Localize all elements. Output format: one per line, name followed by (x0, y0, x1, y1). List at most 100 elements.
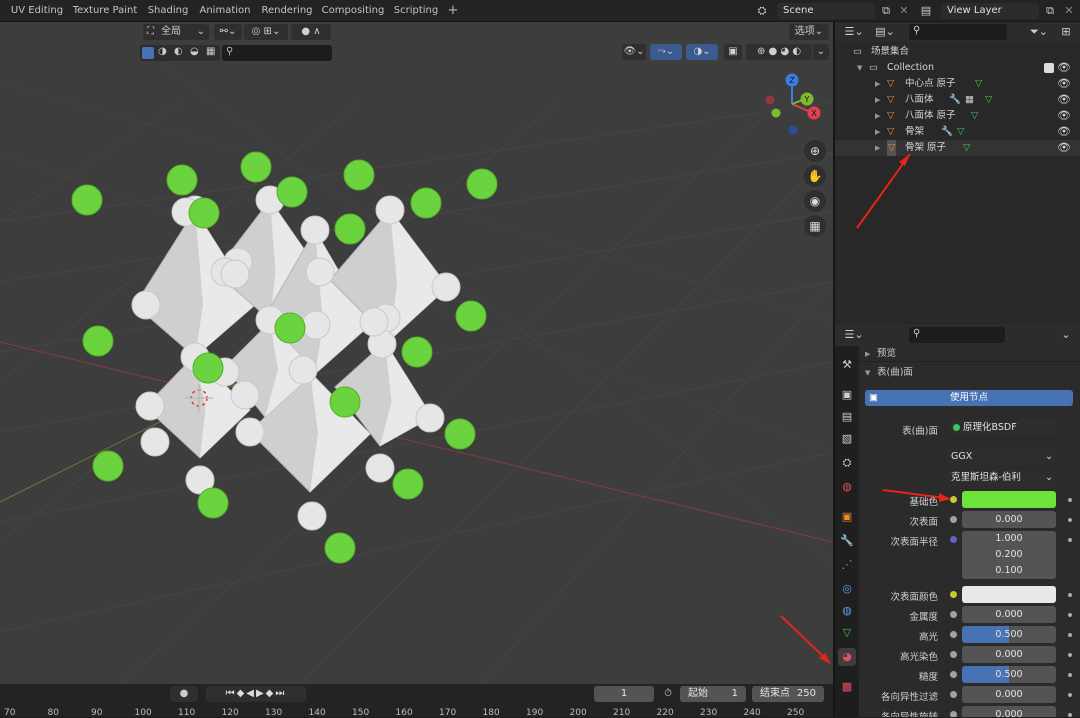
camera-icon[interactable]: ◉ (804, 190, 826, 212)
output-tab-icon[interactable]: ▤ (838, 408, 856, 426)
number-field[interactable]: 0.500 (962, 626, 1056, 643)
tab-animation[interactable]: Animation (196, 0, 254, 22)
outliner-search-input[interactable]: ⚲ (909, 24, 1007, 40)
texture-tab-icon[interactable]: ▩ (838, 678, 856, 696)
scene-icon[interactable]: ⛭ (753, 3, 771, 19)
keyframe-dot-icon[interactable] (1068, 653, 1072, 657)
keyframe-dot-icon[interactable] (1068, 613, 1072, 617)
copy-icon[interactable]: ⧉ (877, 3, 895, 19)
3d-viewport[interactable]: ⛶ 全局 ⌄ ⚯⌄ ◎ ⊞⌄ ● ∧ ◑ ◐ ◒ ▦ ⚲ 👁⌄ ⤳⌄ ◑⌄ ▣ … (0, 22, 833, 684)
socket-dot-icon[interactable] (950, 591, 957, 598)
material-tab-icon[interactable]: ◕ (838, 648, 856, 666)
expand-icon[interactable]: ▶ (875, 76, 880, 92)
eye-icon[interactable]: 👁 (1057, 76, 1071, 92)
pan-hand-icon[interactable]: ✋ (804, 165, 826, 187)
surface-shader-field[interactable]: 原理化BSDF (949, 419, 1056, 436)
editor-type-icon[interactable]: ☰⌄ (841, 24, 867, 40)
expand-icon[interactable]: ▶ (875, 92, 880, 108)
keyframe-dot-icon[interactable] (1068, 518, 1072, 522)
vector-component-field[interactable]: 1.000 (962, 531, 1056, 547)
render-tab-icon[interactable]: ▣ (838, 386, 856, 404)
use-nodes-button[interactable]: ▣ 使用节点 (865, 390, 1073, 406)
tab-compositing[interactable]: Compositing (320, 0, 386, 22)
socket-dot-icon[interactable] (950, 671, 957, 678)
keyframe-dot-icon[interactable] (1068, 538, 1072, 542)
zoom-icon[interactable]: ⊕ (804, 140, 826, 162)
socket-dot-icon[interactable] (950, 651, 957, 658)
xray-toggle[interactable]: ▣ (724, 44, 742, 60)
options-dropdown[interactable]: 选项⌄ (789, 24, 829, 40)
chevron-down-icon[interactable]: ⌄ (1057, 327, 1075, 343)
color-swatch[interactable] (962, 491, 1056, 508)
start-frame-field[interactable]: 起始 1 (680, 686, 746, 702)
scene-canvas[interactable] (0, 22, 833, 684)
number-field[interactable]: 0.000 (962, 646, 1056, 663)
collection-row[interactable]: ▼ ▭ Collection 👁 (835, 60, 1080, 76)
display-mode-icon[interactable]: ▤⌄ (873, 24, 897, 40)
number-field[interactable]: 0.000 (962, 706, 1056, 717)
keyframe-dot-icon[interactable] (1068, 633, 1072, 637)
gizmo-toggle[interactable]: ⤳⌄ (650, 44, 682, 60)
orientation-dropdown[interactable]: ⛶ 全局 ⌄ (143, 24, 209, 40)
scene-field[interactable]: Scene (777, 3, 875, 19)
socket-dot-icon[interactable] (950, 691, 957, 698)
expand-icon[interactable]: ▶ (875, 124, 880, 140)
filter-icon[interactable]: ⏷⌄ (1025, 24, 1053, 40)
visibility-dropdown[interactable]: 👁⌄ (622, 44, 646, 60)
mesh-data-icon[interactable]: ▽ (971, 108, 978, 124)
mesh-data-icon[interactable]: ▽ (957, 124, 964, 140)
object-tab-icon[interactable]: ▣ (838, 508, 856, 526)
tab-shading[interactable]: Shading (144, 0, 192, 22)
copy-layer-icon[interactable]: ⧉ (1041, 3, 1059, 19)
properties-search-input[interactable]: ⚲ (909, 327, 1005, 343)
eye-icon[interactable]: 👁 (1057, 92, 1071, 108)
properties-editor-icon[interactable]: ☰⌄ (841, 327, 867, 343)
end-frame-field[interactable]: 结束点 250 (752, 686, 824, 702)
color-swatch[interactable] (962, 586, 1056, 603)
shading-dropdown[interactable]: ⌄ (813, 44, 829, 60)
keyframe-dot-icon[interactable] (1068, 498, 1072, 502)
preview-panel-header[interactable]: ▶ 预览 (859, 346, 1080, 362)
outliner-object-row[interactable]: ▶ ▽ 骨架 🔧 ▽ 👁 (835, 124, 1080, 140)
surface-panel-header[interactable]: ▼ 表(曲)面 (859, 365, 1080, 381)
number-field[interactable]: 0.500 (962, 666, 1056, 683)
mesh-data-icon[interactable]: ▽ (975, 76, 982, 92)
socket-dot-icon[interactable] (950, 516, 957, 523)
eye-icon[interactable]: 👁 (1057, 140, 1071, 156)
overlay-toggle[interactable]: ◑⌄ (686, 44, 718, 60)
navigation-gizmo[interactable]: Z Y X (760, 72, 830, 144)
socket-dot-icon[interactable] (950, 536, 957, 543)
stopwatch-icon[interactable]: ⏱ (660, 686, 676, 702)
outliner-object-row[interactable]: ▶ ▽ 八面体 原子 ▽ 👁 (835, 108, 1080, 124)
tab-scripting[interactable]: Scripting (390, 0, 442, 22)
modifier-tab-icon[interactable]: 🔧 (838, 532, 856, 550)
eye-icon[interactable]: 👁 (1057, 124, 1071, 140)
view-layer-icon[interactable]: ▤ (917, 3, 935, 19)
world-tab-icon[interactable]: ◍ (838, 478, 856, 496)
tab-uv-editing[interactable]: UV Editing (6, 0, 68, 22)
view-layer-tab-icon[interactable]: ▧ (838, 430, 856, 448)
socket-dot-icon[interactable] (950, 711, 957, 717)
particle-icon[interactable]: ▦ (965, 92, 974, 108)
select-invert-icon[interactable]: ◒ (190, 46, 199, 57)
number-field[interactable]: 0.000 (962, 686, 1056, 703)
playback-controls[interactable]: ⏮◆◀▶◆⏭ (206, 686, 306, 702)
scene-collection-row[interactable]: ▭ 场景集合 (835, 44, 1080, 60)
vector-component-field[interactable]: 0.200 (962, 547, 1056, 563)
tab-texture-paint[interactable]: Texture Paint (70, 0, 140, 22)
keyframe-dot-icon[interactable] (1068, 673, 1072, 677)
expand-icon[interactable]: ▶ (875, 108, 880, 124)
outliner-object-row[interactable]: ▶ ▽ 中心点 原子 ▽ 👁 (835, 76, 1080, 92)
vector-component-field[interactable]: 0.100 (962, 563, 1056, 579)
number-field[interactable]: 0.000 (962, 511, 1056, 528)
distribution-dropdown[interactable]: GGX ⌄ (947, 449, 1057, 465)
socket-dot-icon[interactable] (950, 631, 957, 638)
grid-view-icon[interactable]: ▦ (804, 215, 826, 237)
record-button[interactable]: ● (170, 686, 198, 702)
expand-icon[interactable]: ▼ (857, 60, 862, 76)
close-icon[interactable]: ✕ (895, 3, 913, 19)
shading-modes[interactable]: ⊕ ● ◕ ◐ (746, 44, 812, 60)
modifier-icon[interactable]: 🔧 (949, 92, 961, 108)
keyframe-dot-icon[interactable] (1068, 713, 1072, 717)
add-workspace-button[interactable]: + (445, 3, 461, 19)
